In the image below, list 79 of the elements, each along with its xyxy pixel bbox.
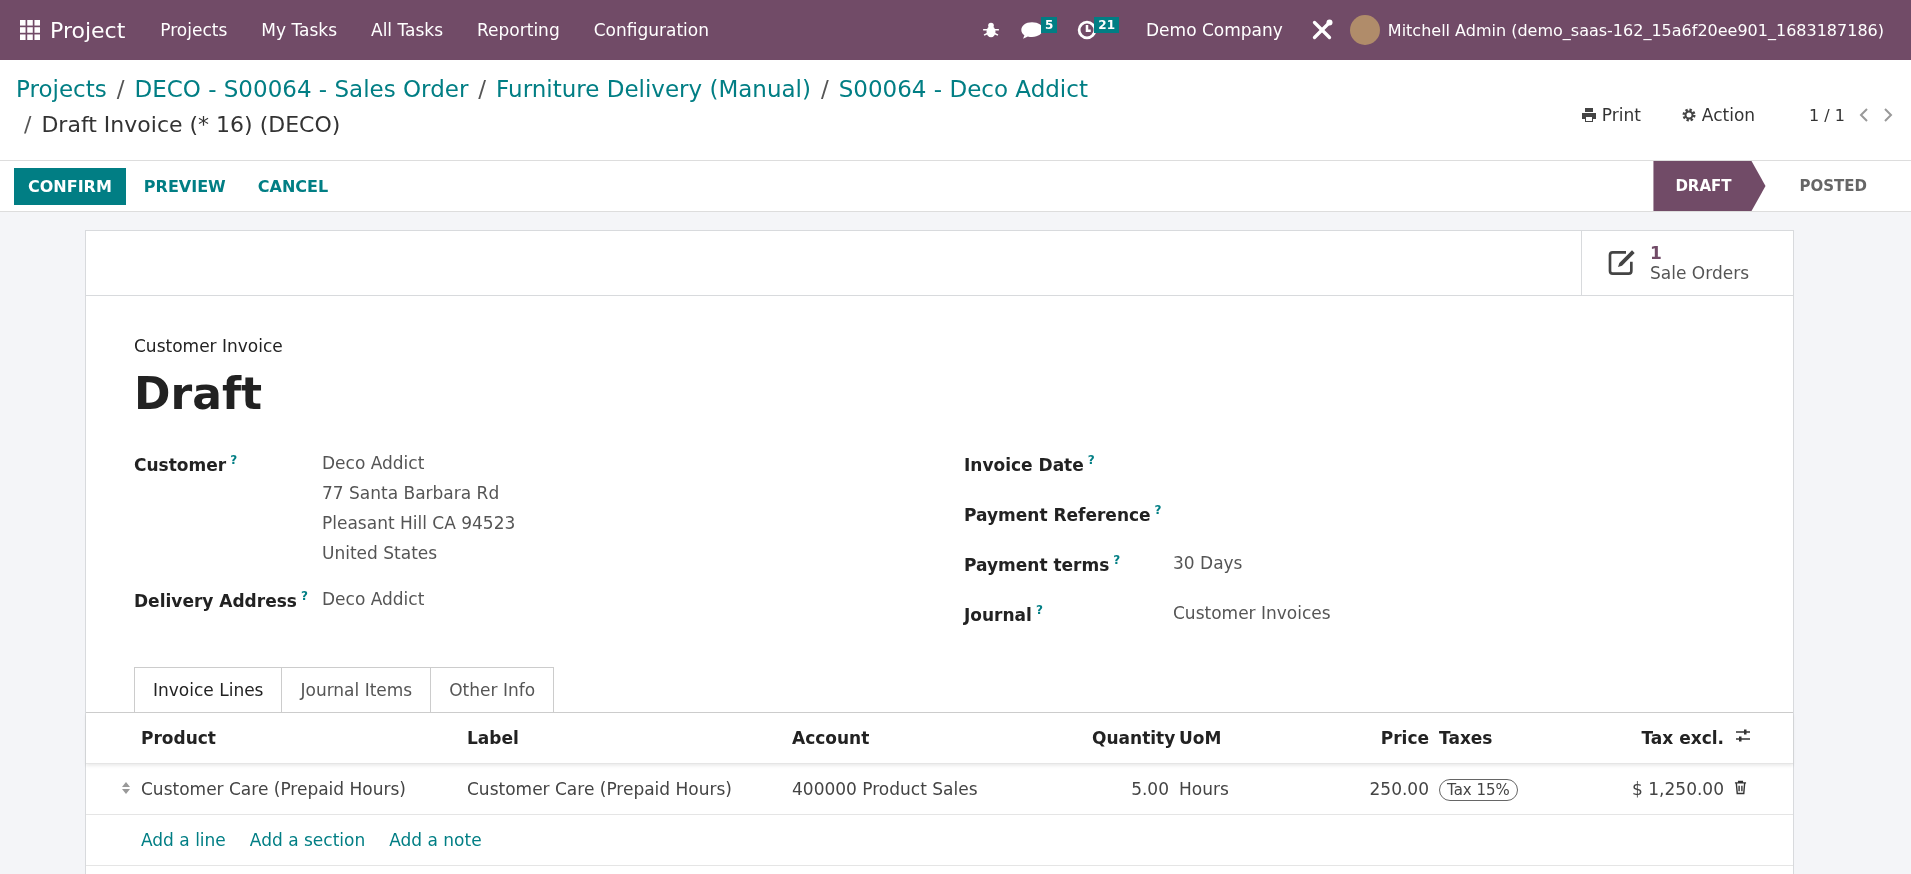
field-value[interactable]: Customer Invoices [1173, 598, 1331, 628]
status-step[interactable]: DRAFT [1653, 161, 1766, 211]
field-value[interactable]: Pleasant Hill CA 94523 [322, 508, 516, 538]
add-line-link[interactable]: Add a line [141, 830, 226, 850]
company-switcher[interactable]: Demo Company [1129, 20, 1300, 40]
gear-icon [1680, 107, 1697, 123]
printer-icon [1580, 107, 1597, 123]
help-tooltip-mark[interactable]: ? [1154, 503, 1162, 517]
bug-icon[interactable] [981, 21, 1000, 39]
menu-item[interactable]: All Tasks [354, 20, 461, 40]
drag-handle-icon[interactable] [121, 781, 131, 795]
field-label: Customer [134, 454, 227, 475]
activities-count: 21 [1094, 17, 1120, 33]
field-label: Delivery Address [134, 590, 297, 611]
field-value[interactable]: 30 Days [1173, 548, 1243, 578]
previous-icon[interactable] [1859, 107, 1869, 123]
breadcrumb-separator: / [478, 76, 487, 102]
table-cell: Hours [1179, 779, 1229, 799]
status-step[interactable]: POSTED [1765, 161, 1889, 211]
table-cell: $ 1,250.00 [1632, 779, 1724, 799]
clock-icon[interactable] [1077, 20, 1098, 40]
menu-item[interactable]: Projects [143, 20, 245, 40]
invoice-status-title: Draft [134, 368, 264, 419]
current-record-title: Draft Invoice (* 16) (DECO) [41, 112, 341, 137]
notebook-tab[interactable]: Invoice Lines [134, 667, 283, 712]
pager-value[interactable]: 1 / 1 [1809, 105, 1845, 125]
next-icon[interactable] [1883, 107, 1893, 123]
add-line-link[interactable]: Add a note [389, 830, 482, 850]
column-header[interactable]: Account [792, 728, 870, 748]
print-button[interactable]: Print [1574, 104, 1647, 126]
breadcrumb-separator: / [821, 76, 829, 102]
action-button[interactable]: Action [1674, 104, 1762, 126]
menu-item[interactable]: Configuration [576, 20, 726, 40]
field-label: Invoice Date [964, 454, 1084, 475]
breadcrumb-link[interactable]: Furniture Delivery (Manual) [496, 76, 811, 102]
document-type-label: Customer Invoice [134, 336, 284, 356]
field-label: Payment terms [964, 554, 1110, 575]
field-value[interactable]: 77 Santa Barbara Rd [322, 478, 516, 508]
column-header[interactable]: Product [141, 728, 216, 748]
messages-count: 5 [1040, 17, 1058, 33]
form-action-button[interactable]: PREVIEW [129, 167, 240, 205]
help-tooltip-mark[interactable]: ? [230, 453, 238, 467]
table-cell: Customer Care (Prepaid Hours) [141, 779, 406, 799]
help-tooltip-mark[interactable]: ? [1113, 553, 1121, 567]
breadcrumb-link[interactable]: S00064 - Deco Addict [838, 76, 1088, 102]
field-label: Payment Reference [964, 504, 1151, 525]
apps-grid-icon[interactable] [20, 20, 40, 40]
app-name[interactable]: Project [50, 17, 126, 43]
column-header[interactable]: Label [467, 728, 519, 748]
table-cell: 5.00 [1131, 779, 1169, 799]
menu-item[interactable]: My Tasks [244, 20, 354, 40]
table-cell: 250.00 [1369, 779, 1429, 799]
column-settings-icon[interactable] [1734, 728, 1752, 744]
add-line-link[interactable]: Add a section [249, 830, 366, 850]
table-cell: 400000 Product Sales [792, 779, 978, 799]
column-header[interactable]: Price [1380, 728, 1429, 748]
user-menu[interactable]: Mitchell Admin (demo_saas-162_15a6f20ee901_1683187186) [1379, 20, 1901, 40]
column-header[interactable]: Quantity [1092, 728, 1176, 748]
chat-icon[interactable] [1019, 20, 1044, 40]
breadcrumb-link[interactable]: DECO - S00064 - Sales Order [134, 76, 469, 102]
help-tooltip-mark[interactable]: ? [300, 589, 308, 603]
column-header[interactable]: Tax excl. [1641, 728, 1724, 748]
field-value[interactable]: Deco Addict [322, 584, 425, 614]
menu-item[interactable]: Reporting [460, 20, 577, 40]
breadcrumb-separator: / [24, 112, 32, 137]
column-header[interactable]: UoM [1179, 728, 1222, 748]
breadcrumb-link[interactable]: Projects [16, 76, 107, 102]
field-value[interactable]: Deco Addict [322, 448, 516, 478]
form-action-button[interactable]: CONFIRM [14, 167, 126, 205]
column-header[interactable]: Taxes [1439, 728, 1493, 748]
table-cell: Customer Care (Prepaid Hours) [467, 779, 732, 799]
form-action-button[interactable]: CANCEL [243, 167, 343, 205]
trash-icon[interactable] [1734, 780, 1747, 795]
field-value[interactable]: United States [322, 538, 516, 568]
notebook-tab[interactable]: Other Info [430, 667, 555, 712]
help-tooltip-mark[interactable]: ? [1035, 603, 1043, 617]
field-label: Journal [964, 604, 1032, 625]
breadcrumb-separator: / [116, 76, 125, 102]
help-tooltip-mark[interactable]: ? [1087, 453, 1095, 467]
